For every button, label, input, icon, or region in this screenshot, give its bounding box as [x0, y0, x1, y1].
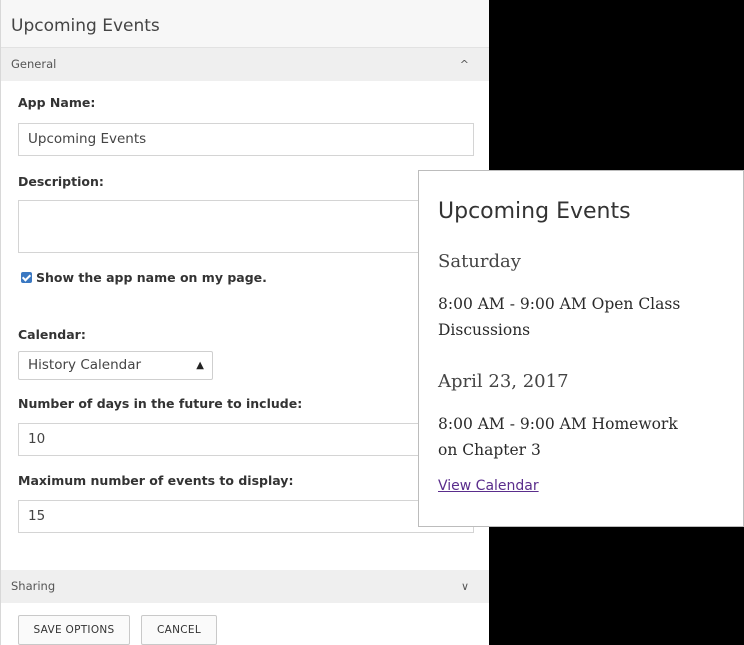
description-textarea[interactable]	[18, 200, 474, 253]
description-label: Description:	[18, 174, 104, 189]
calendar-select[interactable]: History Calendar ▲	[18, 351, 213, 380]
days-future-label: Number of days in the future to include:	[18, 396, 303, 411]
show-app-name-checkbox[interactable]	[21, 272, 32, 283]
event-item: 8:00 AM - 9:00 AM Homework on Chapter 3	[438, 411, 728, 463]
panel-title: Upcoming Events	[1, 0, 489, 48]
app-name-label: App Name:	[18, 95, 96, 110]
app-settings-panel: Upcoming Events General ^ App Name: Upco…	[0, 0, 489, 645]
calendar-selected-value: History Calendar	[28, 357, 142, 373]
event-line: on Chapter 3	[438, 441, 541, 459]
event-line: Discussions	[438, 321, 531, 339]
view-calendar-link[interactable]: View Calendar	[438, 478, 539, 494]
show-app-name-label: Show the app name on my page.	[36, 270, 267, 285]
sharing-section-header[interactable]: Sharing ∨	[1, 570, 489, 603]
max-events-input[interactable]: 15	[18, 500, 474, 533]
preview-title: Upcoming Events	[438, 199, 631, 224]
events-preview-card: Upcoming Events Saturday 8:00 AM - 9:00 …	[418, 170, 744, 527]
max-events-label: Maximum number of events to display:	[18, 473, 294, 488]
days-future-input[interactable]: 10	[18, 423, 474, 456]
select-arrows-icon: ▲	[196, 360, 204, 371]
save-options-button[interactable]: SAVE OPTIONS	[18, 615, 130, 645]
event-item: 8:00 AM - 9:00 AM Open Class Discussions	[438, 291, 728, 343]
cancel-button[interactable]: CANCEL	[141, 615, 217, 645]
chevron-up-icon: ^	[459, 58, 469, 71]
event-line: 8:00 AM - 9:00 AM Homework	[438, 415, 678, 433]
event-line: 8:00 AM - 9:00 AM Open Class	[438, 295, 681, 313]
chevron-down-icon: ∨	[460, 580, 469, 593]
event-date: Saturday	[438, 251, 521, 272]
calendar-label: Calendar:	[18, 327, 86, 342]
app-name-input[interactable]: Upcoming Events	[18, 123, 474, 156]
sharing-section-label: Sharing	[11, 579, 56, 593]
show-app-name-row[interactable]: Show the app name on my page.	[21, 270, 267, 285]
general-section-header[interactable]: General ^	[1, 48, 489, 81]
event-date: April 23, 2017	[438, 371, 569, 392]
general-section-label: General	[11, 57, 57, 71]
